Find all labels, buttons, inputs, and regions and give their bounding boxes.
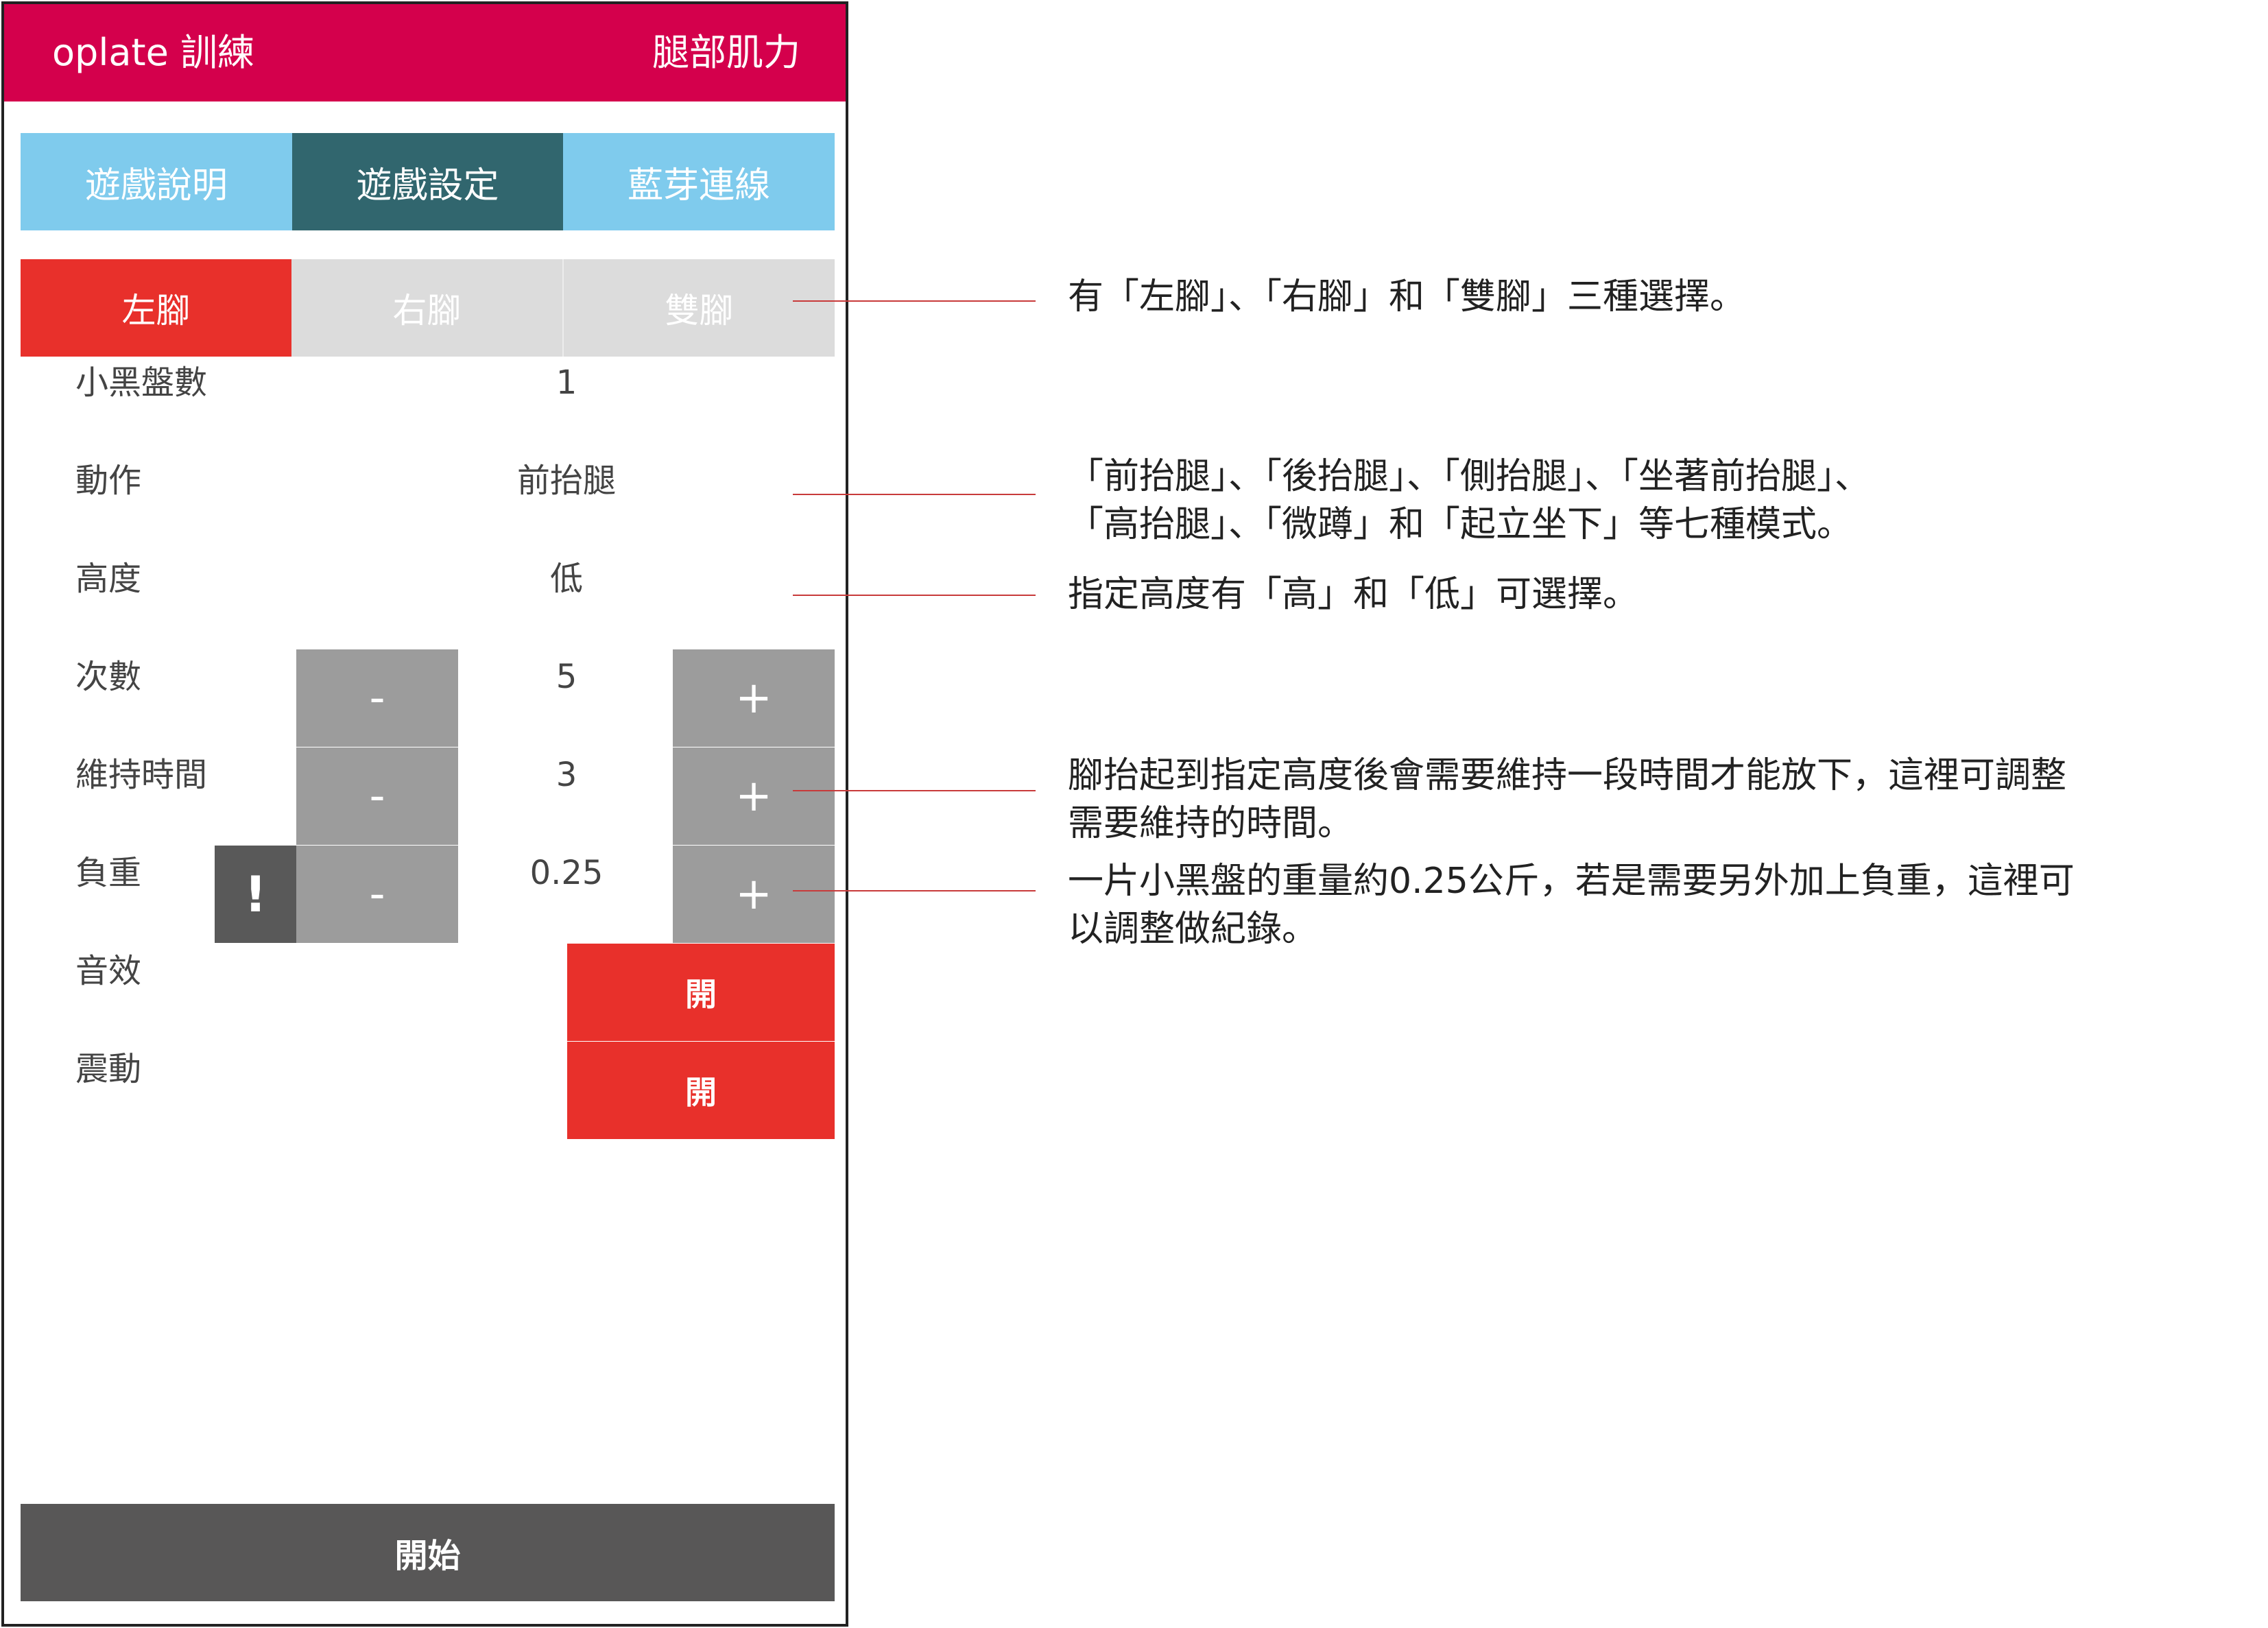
note-feet-line: 有「左腳」、「右腳」和「雙腳」三種選擇。 [1068, 276, 1746, 318]
foot-selector: 左腳 右腳 雙腳 [21, 259, 835, 357]
note-hold: 腳抬起到指定高度後會需要維持一段時間才能放下，這裡可調整 需要維持的時間。 [1068, 752, 2247, 848]
start-button[interactable]: 開始 [21, 1504, 835, 1601]
reps-minus-button[interactable]: - [296, 649, 458, 747]
both-feet-button[interactable]: 雙腳 [562, 259, 835, 357]
note-action: 「前抬腿」、「後抬腿」、「側抬腿」、「坐著前抬腿」、 「高抬腿」、「微蹲」和「起… [1068, 453, 2247, 549]
note-feet: 有「左腳」、「右腳」和「雙腳」三種選擇。 [1068, 273, 2247, 321]
weight-value: 0.25 [529, 854, 604, 892]
tab-settings[interactable]: 遊戲設定 [291, 133, 564, 230]
note-weight-line: 一片小黑盤的重量約0.25公斤，若是需要另外加上負重，這裡可 [1068, 861, 2075, 902]
weight-label: 負重 [75, 854, 142, 892]
phone-screen: oplate 訓練 腿部肌力 遊戲說明 遊戲設定 藍芽連線 左腳 右腳 雙腳 小… [1, 1, 848, 1627]
note-weight: 一片小黑盤的重量約0.25公斤，若是需要另外加上負重，這裡可 以調整做紀錄。 [1068, 857, 2247, 953]
sound-toggle[interactable]: 開 [567, 944, 835, 1041]
left-foot-button[interactable]: 左腳 [21, 259, 291, 357]
callout-line-weight [793, 890, 1036, 891]
sound-label: 音效 [75, 952, 142, 990]
hold-minus-button[interactable]: - [296, 747, 458, 845]
callout-line-action [793, 494, 1036, 495]
height-value[interactable]: 低 [498, 558, 635, 599]
note-action-line: 「前抬腿」、「後抬腿」、「側抬腿」、「坐著前抬腿」、 [1068, 456, 1871, 497]
tab-bar: 遊戲說明 遊戲設定 藍芽連線 [21, 133, 835, 230]
hold-plus-button[interactable]: + [673, 747, 835, 845]
vibration-label: 震動 [75, 1050, 142, 1088]
note-height: 指定高度有「高」和「低」可選擇。 [1068, 571, 2247, 619]
height-label: 高度 [75, 560, 142, 598]
mode-title: 腿部肌力 [652, 31, 800, 74]
plates-label: 小黑盤數 [75, 363, 208, 402]
note-hold-line: 腳抬起到指定高度後會需要維持一段時間才能放下，這裡可調整 [1068, 755, 2067, 796]
note-weight-line: 以調整做紀錄。 [1068, 909, 1318, 950]
app-title: oplate 訓練 [52, 31, 254, 74]
callout-line-height [793, 595, 1036, 596]
note-action-line: 「高抬腿」、「微蹲」和「起立坐下」等七種模式。 [1068, 504, 1853, 545]
weight-info-icon[interactable]: ! [215, 846, 296, 943]
app-header: oplate 訓練 腿部肌力 [4, 4, 846, 101]
callout-line-hold [793, 790, 1036, 791]
reps-value: 5 [556, 658, 577, 696]
tab-instructions[interactable]: 遊戲說明 [21, 133, 292, 230]
hold-label: 維持時間 [75, 756, 208, 794]
hold-value: 3 [556, 756, 577, 794]
plates-value: 1 [556, 363, 577, 402]
note-hold-line: 需要維持的時間。 [1068, 803, 1354, 844]
note-height-line: 指定高度有「高」和「低」可選擇。 [1068, 574, 1639, 615]
reps-plus-button[interactable]: + [673, 649, 835, 747]
reps-label: 次數 [75, 658, 142, 696]
action-label: 動作 [75, 462, 142, 500]
action-value[interactable]: 前抬腿 [498, 460, 635, 501]
tab-bluetooth[interactable]: 藍芽連線 [563, 133, 835, 230]
callout-line-feet [793, 300, 1036, 302]
weight-minus-button[interactable]: - [296, 846, 458, 943]
weight-plus-button[interactable]: + [673, 846, 835, 943]
vibration-toggle[interactable]: 開 [567, 1042, 835, 1139]
right-foot-button[interactable]: 右腳 [291, 259, 562, 357]
